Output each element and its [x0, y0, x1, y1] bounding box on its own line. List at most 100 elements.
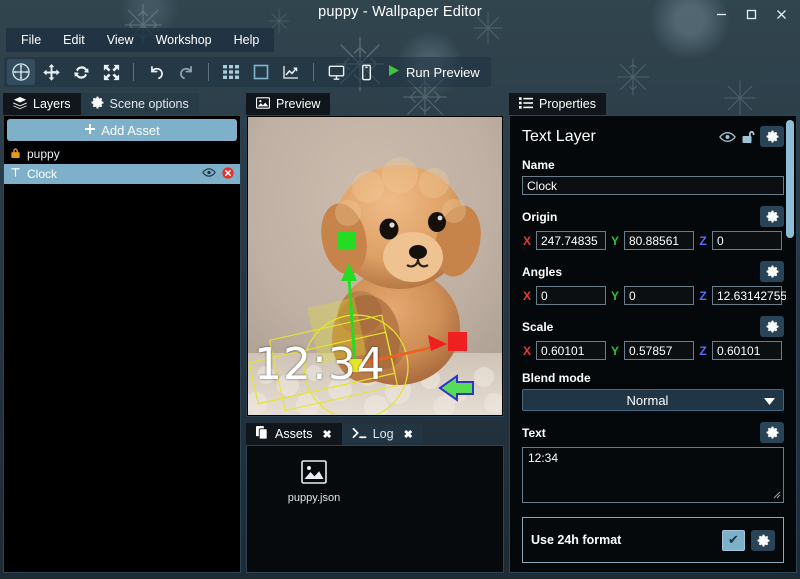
tab-preview[interactable]: Preview	[246, 93, 331, 115]
text-row-header: Text	[522, 422, 784, 443]
menu-help[interactable]: Help	[223, 30, 271, 50]
origin-z-input[interactable]: 0	[712, 231, 782, 250]
mobile-target-button[interactable]	[352, 59, 380, 85]
tab-scene-options[interactable]: Scene options	[80, 93, 199, 115]
tab-layers[interactable]: Layers	[3, 93, 81, 115]
asset-item-label: puppy.json	[287, 492, 341, 504]
preview-tab-strip: Preview	[246, 93, 331, 115]
menu-workshop[interactable]: Workshop	[145, 30, 223, 50]
menu-view[interactable]: View	[96, 30, 145, 50]
angles-z-input[interactable]: 12.63142755	[712, 286, 787, 305]
monitor-icon	[327, 63, 346, 82]
menu-edit[interactable]: Edit	[52, 30, 96, 50]
menu-bar: File Edit View Workshop Help	[6, 28, 275, 52]
minimize-button[interactable]	[706, 3, 736, 25]
translate-tool-button[interactable]	[37, 59, 65, 85]
asset-item[interactable]: puppy.json	[281, 460, 347, 504]
maximize-button[interactable]	[736, 3, 766, 25]
text-label: Text	[522, 425, 546, 440]
visibility-eye-icon[interactable]	[716, 127, 738, 147]
properties-scrollbar-thumb[interactable]	[786, 120, 794, 238]
angles-y-input[interactable]: 0	[624, 286, 694, 305]
blend-mode-select[interactable]: Normal	[522, 389, 784, 411]
properties-content: Text Layer Name Clock Origin X 247.74835…	[510, 116, 796, 563]
blend-mode-label: Blend mode	[522, 371, 591, 385]
scale-row-header: Scale	[522, 316, 784, 337]
use-24h-format-checkbox[interactable]: ✔	[722, 529, 745, 551]
preview-panel[interactable]: 12:34	[246, 115, 504, 417]
window-controls	[706, 0, 796, 28]
scale-tool-button[interactable]	[97, 59, 125, 85]
text-textarea[interactable]: 12:34	[522, 447, 784, 503]
assets-panel: puppy.json	[246, 445, 504, 573]
text-textarea-value: 12:34	[528, 451, 559, 465]
tab-properties-label: Properties	[539, 97, 596, 111]
tab-scene-options-label: Scene options	[109, 97, 189, 111]
chevron-down-icon	[764, 393, 775, 408]
graph-toggle-button[interactable]	[277, 59, 305, 85]
origin-x-input[interactable]: 247.74835	[536, 231, 606, 250]
add-asset-button[interactable]: Add Asset	[7, 119, 237, 141]
angles-x-input[interactable]: 0	[536, 286, 606, 305]
layers-panel: Add Asset puppy Clock	[3, 115, 241, 573]
tab-assets[interactable]: Assets ✖	[246, 423, 342, 445]
angles-z-axis-label: Z	[699, 288, 707, 303]
text-settings-gear-icon[interactable]	[760, 422, 784, 443]
unlocked-padlock-icon[interactable]	[738, 127, 760, 147]
lock-icon	[10, 147, 21, 162]
tab-log-close-icon[interactable]: ✖	[404, 428, 413, 441]
scale-settings-gear-icon[interactable]	[760, 316, 784, 337]
origin-y-axis-label: Y	[610, 233, 619, 248]
origin-settings-gear-icon[interactable]	[760, 206, 784, 227]
tab-assets-close-icon[interactable]: ✖	[323, 428, 332, 441]
tab-properties[interactable]: Properties	[509, 93, 606, 115]
name-input[interactable]: Clock	[522, 176, 784, 195]
tab-preview-label: Preview	[276, 97, 321, 111]
rotate-tool-button[interactable]	[67, 59, 95, 85]
scale-z-input[interactable]: 0.60101	[712, 341, 782, 360]
layer-row-clock[interactable]: Clock	[4, 164, 240, 184]
scale-y-axis-label: Y	[610, 343, 619, 358]
redo-icon	[177, 63, 196, 82]
tab-assets-label: Assets	[275, 427, 313, 441]
move-arrows-icon	[42, 63, 61, 82]
square-outline-icon	[252, 63, 270, 81]
menu-file[interactable]: File	[10, 30, 52, 50]
toolbar-separator-3	[313, 63, 314, 81]
use-24h-settings-gear-icon[interactable]	[751, 529, 775, 551]
undo-button[interactable]	[142, 59, 170, 85]
scale-y-input[interactable]: 0.57857	[624, 341, 694, 360]
angles-settings-gear-icon[interactable]	[760, 261, 784, 282]
redo-button[interactable]	[172, 59, 200, 85]
scale-x-input[interactable]: 0.60101	[536, 341, 606, 360]
toolbar-separator-2	[208, 63, 209, 81]
close-button[interactable]	[766, 3, 796, 25]
origin-y-input[interactable]: 80.88561	[624, 231, 694, 250]
desktop-target-button[interactable]	[322, 59, 350, 85]
grid-toggle-button[interactable]	[217, 59, 245, 85]
gear-icon	[91, 96, 104, 112]
layers-icon	[12, 96, 28, 113]
run-preview-button[interactable]: Run Preview	[382, 61, 488, 83]
text-T-icon	[10, 167, 21, 181]
scale-fields: X 0.60101 Y 0.57857 Z 0.60101	[522, 341, 784, 360]
layer-delete-icon[interactable]	[222, 166, 234, 182]
scale-label: Scale	[522, 319, 554, 334]
layer-settings-gear-icon[interactable]	[760, 126, 784, 147]
rotate-icon	[72, 63, 91, 82]
tab-log[interactable]: Log ✖	[341, 423, 423, 445]
bounds-toggle-button[interactable]	[247, 59, 275, 85]
grid-icon	[222, 63, 240, 81]
select-tool-button[interactable]	[7, 59, 35, 85]
layer-visibility-eye-icon[interactable]	[202, 167, 216, 181]
wallpaper-editor-window: puppy - Wallpaper Editor File Edit View …	[0, 0, 800, 579]
origin-label: Origin	[522, 209, 558, 224]
scale-x-axis-label: X	[522, 343, 531, 358]
tab-log-label: Log	[372, 427, 394, 441]
layer-label: puppy	[27, 147, 60, 161]
angles-y-axis-label: Y	[610, 288, 619, 303]
layer-row-puppy[interactable]: puppy	[4, 144, 240, 164]
list-icon	[519, 96, 533, 112]
tab-layers-label: Layers	[33, 97, 71, 111]
resize-grip-icon[interactable]	[773, 491, 781, 501]
